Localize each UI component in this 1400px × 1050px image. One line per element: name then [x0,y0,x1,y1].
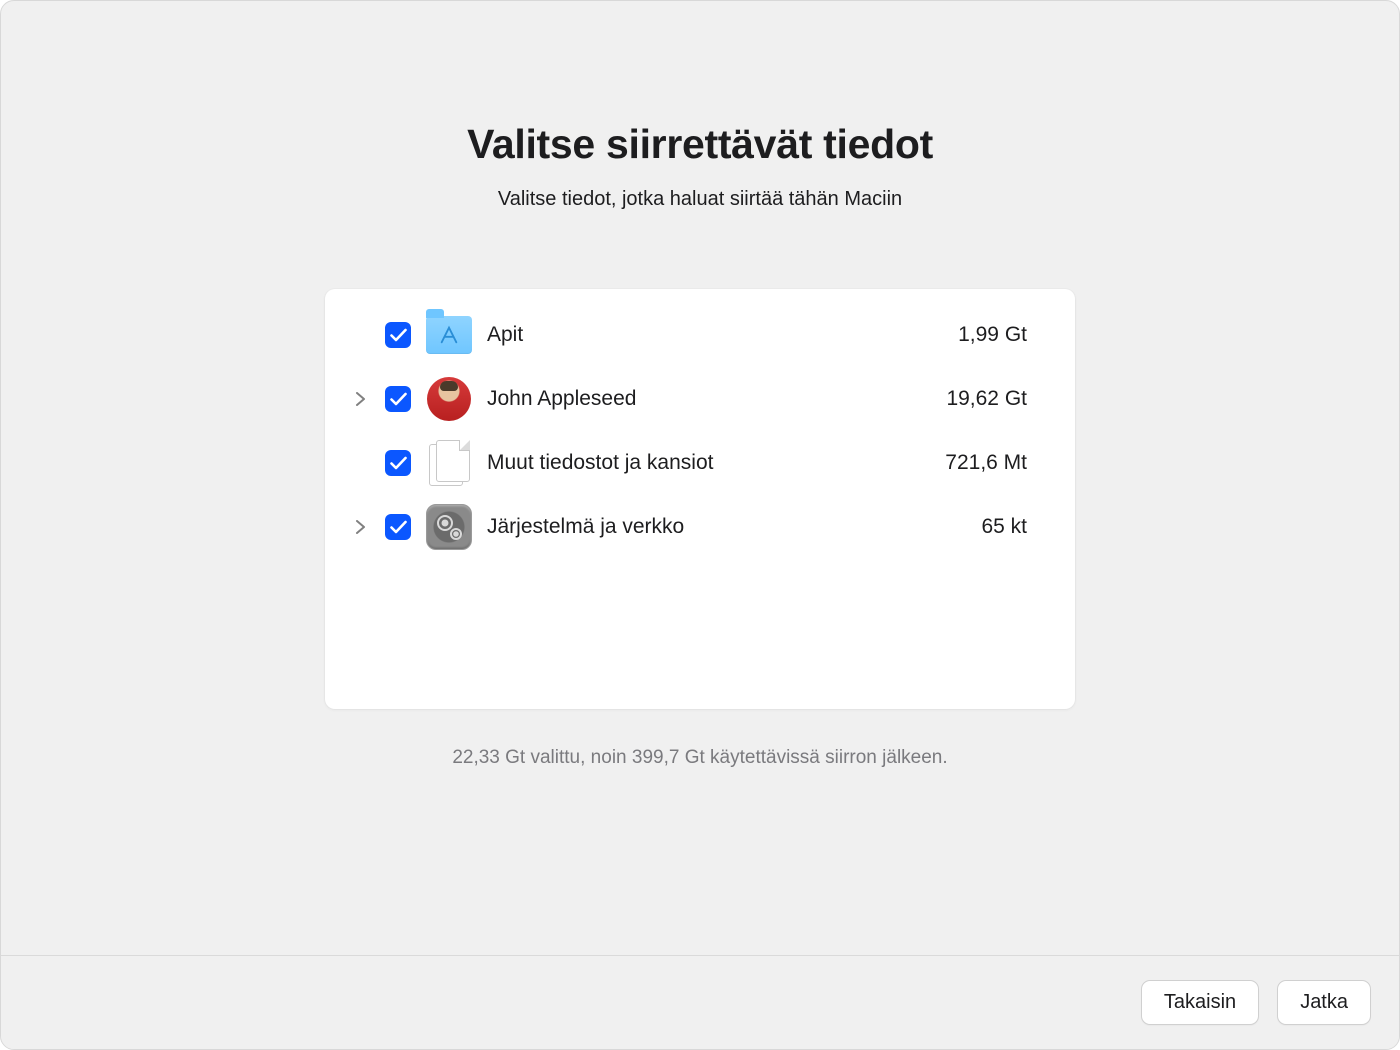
item-label: John Appleseed [487,387,932,411]
checkmark-icon [390,456,407,470]
checkmark-icon [390,520,407,534]
selection-summary: 22,33 Gt valittu, noin 399,7 Gt käytettä… [452,747,947,769]
item-label: Apit [487,323,944,347]
documents-icon [425,439,473,487]
checkmark-icon [390,392,407,406]
page-subtitle: Valitse tiedot, jotka haluat siirtää täh… [498,188,902,211]
list-item[interactable]: Järjestelmä ja verkko 65 kt [339,495,1027,559]
item-size: 1,99 Gt [958,323,1027,347]
system-preferences-icon [425,503,473,551]
checkbox-user[interactable] [385,386,411,412]
checkmark-icon [390,328,407,342]
list-item[interactable]: Apit 1,99 Gt [339,303,1027,367]
apps-folder-icon [425,311,473,359]
back-button[interactable]: Takaisin [1141,980,1259,1025]
disclosure-toggle[interactable] [349,392,371,406]
data-selection-panel: Apit 1,99 Gt John Appleseed 19,62 Gt [325,289,1075,709]
gear-icon [432,510,466,544]
migration-assistant-window: Valitse siirrettävät tiedot Valitse tied… [0,0,1400,1050]
chevron-right-icon [354,520,366,534]
list-item[interactable]: John Appleseed 19,62 Gt [339,367,1027,431]
checkbox-apps[interactable] [385,322,411,348]
checkbox-other-files[interactable] [385,450,411,476]
item-size: 721,6 Mt [945,451,1027,475]
checkbox-system[interactable] [385,514,411,540]
page-title: Valitse siirrettävät tiedot [467,121,933,168]
user-avatar-icon [425,375,473,423]
list-item[interactable]: Muut tiedostot ja kansiot 721,6 Mt [339,431,1027,495]
footer-bar: Takaisin Jatka [1,955,1399,1049]
disclosure-toggle[interactable] [349,520,371,534]
continue-button[interactable]: Jatka [1277,980,1371,1025]
item-size: 19,62 Gt [946,387,1027,411]
item-label: Järjestelmä ja verkko [487,515,967,539]
item-size: 65 kt [981,515,1027,539]
chevron-right-icon [354,392,366,406]
content-area: Valitse siirrettävät tiedot Valitse tied… [1,1,1399,955]
item-label: Muut tiedostot ja kansiot [487,451,931,475]
